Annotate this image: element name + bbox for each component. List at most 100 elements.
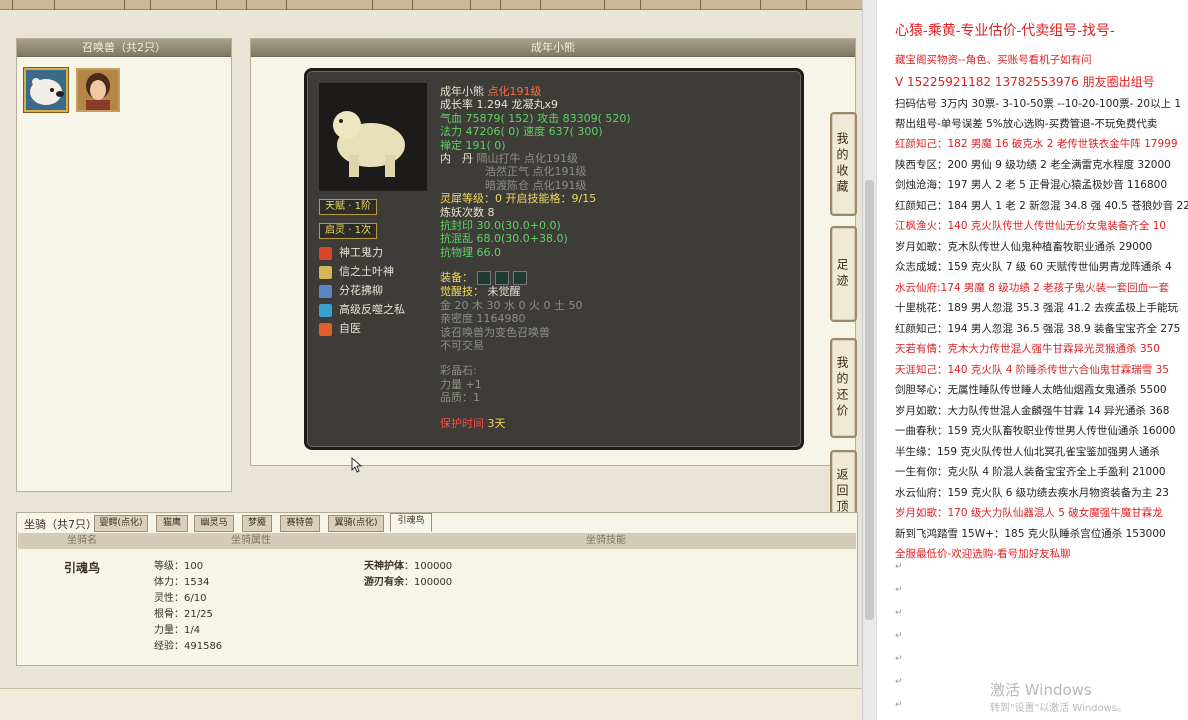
mount-tab-6[interactable]: 引魂鸟 — [390, 513, 432, 532]
zen-label: 禅定 — [440, 138, 462, 152]
return-mark: ↵ — [895, 700, 903, 710]
toolbar-divider — [286, 0, 287, 10]
mount-tab-5[interactable]: 翼骑(点化) — [328, 515, 384, 532]
ad-header: 心猿-乘黄-专业估价-代卖组号-找号- — [895, 23, 1115, 39]
side-tab-bargain[interactable]: 我的还价 — [830, 338, 857, 438]
toolbar-divider — [700, 0, 701, 10]
skill-label: 神工鬼力 — [339, 246, 383, 259]
neidan-0-name: 隔山打牛 — [476, 152, 521, 166]
side-tab-favorites[interactable]: 我的收藏 — [830, 112, 857, 216]
spd-value: 637 — [548, 125, 570, 139]
summon-panel-title: 召唤兽（共2只） — [17, 39, 231, 57]
toolbar-divider — [760, 0, 761, 10]
toolbar-divider — [640, 0, 641, 10]
skill-earth-icon — [319, 266, 332, 279]
toolbar-divider — [500, 0, 501, 10]
gem-label: 彩晶石: — [440, 364, 477, 378]
toolbar-divider — [216, 0, 217, 10]
toolbar-divider — [540, 0, 541, 10]
ad-listing: 红颜知己：184 男人 1 老 2 新忽混 34.8 强 40.5 苍狼妙音 2… — [895, 199, 1188, 212]
game-scrollbar[interactable] — [862, 0, 876, 720]
mount-count: 坐骑（共7只） — [24, 518, 97, 531]
side-tab-footprint[interactable]: 足迹 — [830, 226, 857, 322]
mp-value: 47206 — [465, 125, 501, 139]
hp-value: 75879 — [465, 111, 501, 125]
pet-intimacy: 亲密度 1164980 — [440, 312, 526, 326]
zen-bonus: ( 0) — [486, 138, 506, 152]
skill-item[interactable]: 分花拂柳 — [319, 283, 383, 299]
refine-count: 炼妖次数 8 — [440, 205, 495, 219]
ad-line-4: 帮出组号-单号误差 5%放心选购-买费管退-不玩免费代卖 — [895, 118, 1158, 130]
talent-tag: 天赋 · 1阶 — [319, 199, 377, 215]
toolbar-divider — [150, 0, 151, 10]
skill-counter-icon — [319, 304, 332, 317]
equip-label: 装备： — [440, 271, 473, 285]
skill-label: 自医 — [339, 322, 361, 335]
equip-slot-3-icon[interactable] — [513, 271, 527, 286]
equip-slot-1-icon[interactable] — [477, 271, 491, 286]
mount-tab-1[interactable]: 猫鹰 — [156, 515, 188, 532]
ad-listing: 十里桃花：189 男人忽混 35.3 强混 41.2 去疾孟极上手能玩 — [895, 302, 1178, 314]
mount-skill-1-name: 游刃有余 — [364, 577, 404, 588]
mount-skills: 天神护体：100000 游刃有余：100000 — [364, 561, 453, 588]
neidan-2-name: 暗渡陈仓 — [485, 178, 529, 192]
pet-growth: 成长率 1.294 龙凝丸x9 — [440, 98, 558, 112]
mount-tab-2[interactable]: 幽灵马 — [194, 515, 234, 532]
mount-name: 引魂鸟 — [64, 561, 101, 575]
ad-listing: 水云仙府:174 男魔 8 级功绩 2 老孩子鬼火装一套回血一套 — [895, 281, 1170, 294]
awaken-value: 未觉醒 — [487, 285, 521, 299]
skill-label: 高级反噬之私 — [339, 303, 405, 316]
resist-chaos: 抗混乱 68.0(30.0+38.0) — [440, 232, 568, 246]
spd-label: 速度 — [523, 125, 546, 139]
mount-attr-exp: 经验：491586 — [154, 641, 223, 652]
ad-listing: 岁月如歌：170 级大力队仙器混人 5 破女魔强牛魔甘霖龙 — [895, 507, 1163, 519]
windows-activation-sub: 转到"设置"以激活 Windows。 — [990, 703, 1128, 714]
protect-label: 保护时间 — [440, 416, 484, 430]
scrollbar-thumb[interactable] — [865, 180, 874, 620]
skill-item[interactable]: 神工鬼力 — [319, 245, 383, 261]
mount-attr-level: 等级：100 — [154, 561, 204, 572]
pet-note-color: 该召唤兽为变色召唤兽 — [440, 325, 550, 339]
protect-value: 3天 — [487, 416, 506, 430]
mount-attr-spirit: 灵性：6/10 — [154, 593, 207, 604]
equip-slot-2-icon[interactable] — [495, 271, 509, 286]
ad-listing: 全服最低价-欢迎选购-看号加好友私聊 — [895, 548, 1071, 560]
mount-tab-3[interactable]: 梦魇 — [242, 515, 272, 532]
skill-heal-icon — [319, 323, 332, 336]
mount-tab-4[interactable]: 赛特兽 — [280, 515, 320, 532]
summon-avatar-girl[interactable] — [76, 68, 120, 112]
mouse-cursor-icon — [351, 457, 363, 473]
ad-listing: 陕西专区：200 男仙 9 级功绩 2 老全满雷克水程度 32000 — [895, 158, 1171, 171]
mp-label: 法力 — [440, 125, 462, 139]
neidan-1-level: 点化191级 — [532, 165, 587, 179]
ad-listing: 岁月如歌：大力队传世混人金麟强牛甘霖 14 异光通杀 368 — [895, 404, 1170, 417]
neidan-1-name: 浩然正气 — [485, 165, 529, 179]
ad-listing: 红颜知己：182 男魔 16 破克水 2 老传世铁衣金牛阵 17999 — [895, 138, 1178, 150]
toolbar-divider — [372, 0, 373, 10]
atk-bonus: ( 520) — [597, 111, 631, 125]
skill-item[interactable]: 信之土叶神 — [319, 264, 394, 280]
awaken-tag: 启灵 · 1次 — [319, 223, 377, 239]
toolbar-divider — [12, 0, 13, 10]
skill-label: 分花拂柳 — [339, 284, 383, 297]
skill-label: 信之土叶神 — [339, 265, 394, 278]
ad-listing: 江枫渔火：140 克火队传世人传世仙无价女鬼装备齐全 10 — [895, 220, 1167, 232]
skill-item[interactable]: 高级反噬之私 — [319, 302, 405, 318]
ad-listing: 剑烛沧海：197 男人 2 老 5 正骨混心猿孟极妙音 116800 — [895, 179, 1168, 191]
mount-tabs: 坐骑（共7只） 婴鳄(点化) 猫鹰 幽灵马 梦魇 赛特兽 翼骑(点化) 引魂鸟 — [16, 513, 858, 533]
mount-tab-0[interactable]: 婴鳄(点化) — [94, 515, 148, 532]
spd-bonus: ( 300) — [569, 125, 603, 139]
summon-avatar-bear[interactable] — [24, 68, 68, 112]
game-footer — [0, 688, 862, 720]
ad-listing: 一生有你：克火队 4 阶混人装备宝宝齐全上手盈利 21000 — [895, 466, 1166, 478]
skill-item[interactable]: 自医 — [319, 321, 361, 337]
ad-listing: 剑胆琴心：无属性睡队传世睡人太皓仙烟霞女鬼通杀 5500 — [895, 384, 1167, 396]
pet-note-trade: 不可交易 — [440, 338, 484, 352]
toolbar-divider — [124, 0, 125, 10]
col-mount-name: 坐骑名 — [18, 533, 146, 549]
col-mount-attr: 坐骑属性 — [146, 533, 356, 549]
ad-document: 心猿-乘黄-专业估价-代卖组号-找号- 藏宝阁买物资--角色、买账号看机子如有问… — [876, 0, 1188, 720]
return-mark: ↵ — [895, 631, 903, 641]
return-mark: ↵ — [895, 585, 903, 595]
hp-label: 气血 — [440, 111, 462, 125]
